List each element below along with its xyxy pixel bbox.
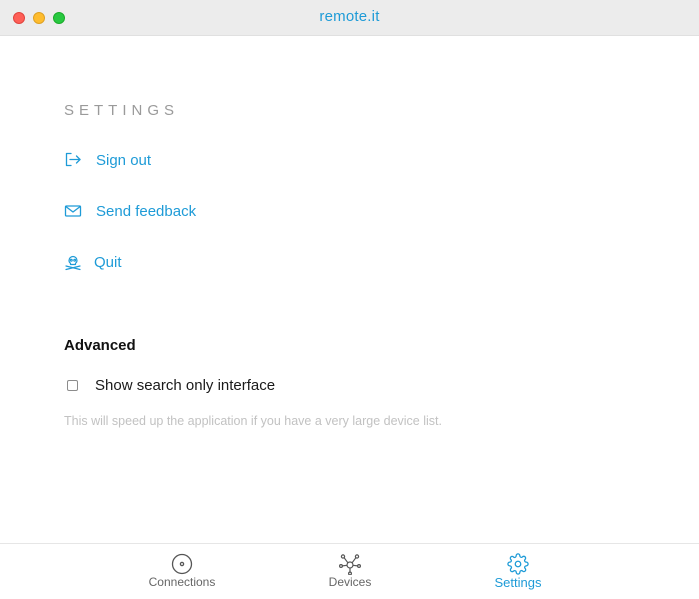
- nav-connections-label: Connections: [148, 575, 216, 589]
- search-only-label[interactable]: Show search only interface: [95, 377, 275, 394]
- search-only-checkbox[interactable]: [67, 380, 78, 391]
- skull-crossbones-icon: [64, 253, 82, 271]
- nav-settings-label: Settings: [494, 575, 542, 590]
- nav-devices-label: Devices: [328, 575, 372, 589]
- search-only-help-text: This will speed up the application if yo…: [64, 414, 442, 428]
- nav-connections[interactable]: Connections: [122, 544, 242, 599]
- quit-label: Quit: [94, 253, 122, 271]
- sign-out-icon: [64, 151, 82, 169]
- quit-link[interactable]: Quit: [64, 253, 122, 271]
- advanced-heading: Advanced: [64, 337, 136, 354]
- disc-icon: [171, 553, 193, 575]
- app-window: remote.it SETTINGS Sign out Send feedbac…: [0, 0, 699, 599]
- sign-out-link[interactable]: Sign out: [64, 151, 151, 169]
- network-nodes-icon: [339, 553, 362, 576]
- search-only-option: Show search only interface: [64, 377, 275, 394]
- window-title: remote.it: [319, 8, 380, 25]
- title-bar: remote.it: [0, 0, 699, 36]
- settings-heading: SETTINGS: [64, 102, 180, 119]
- bottom-navigation: Connections Devices Settings: [0, 543, 699, 599]
- sign-out-label: Sign out: [96, 151, 152, 169]
- gear-icon: [507, 553, 529, 575]
- nav-devices[interactable]: Devices: [290, 544, 410, 599]
- envelope-icon: [64, 202, 82, 220]
- send-feedback-link[interactable]: Send feedback: [64, 202, 196, 220]
- send-feedback-label: Send feedback: [96, 202, 197, 220]
- nav-settings[interactable]: Settings: [458, 544, 578, 599]
